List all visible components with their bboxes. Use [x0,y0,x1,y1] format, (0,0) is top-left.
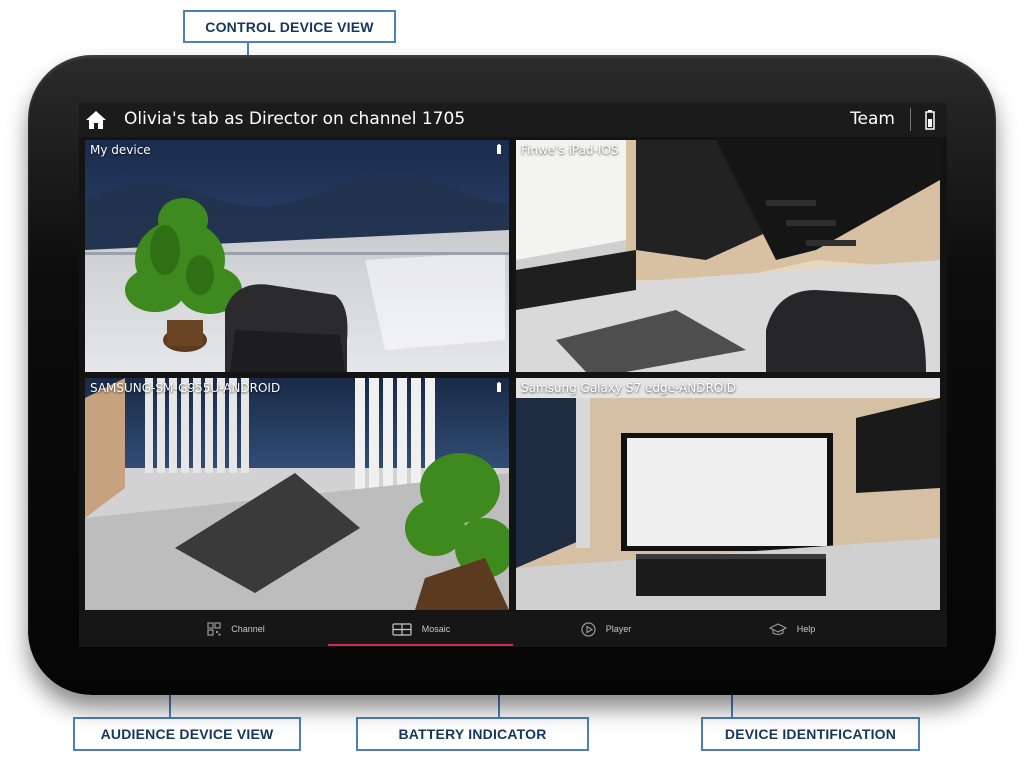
device-name-label: Finwe's iPad-IOS [521,143,619,157]
bottom-nav: Channel Mosaic Player Help [79,611,947,647]
tablet-screen: Olivia's tab as Director on channel 1705… [79,103,947,647]
tab-channel[interactable]: Channel [143,611,329,647]
battery-indicator-icon [497,144,501,154]
device-tile-samsung-galaxy-s7[interactable]: Samsung Galaxy S7 edge-ANDROID [516,378,940,610]
callout-device-identification: DEVICE IDENTIFICATION [701,717,920,751]
curtain-room-view [85,378,509,610]
mosaic-icon [392,622,412,636]
page-title: Olivia's tab as Director on channel 1705 [124,109,466,129]
team-button[interactable]: Team [850,109,895,129]
tab-label: Mosaic [421,624,451,634]
device-name-label: SAMSUNG-SM-G955U-ANDROID [90,381,281,395]
device-name-label: Samsung Galaxy S7 edge-ANDROID [521,381,737,395]
home-icon[interactable] [85,109,107,131]
qr-code-icon [207,622,221,636]
tab-help[interactable]: Help [699,611,885,647]
callout-audience-device-view: AUDIENCE DEVICE VIEW [73,717,301,751]
tab-player[interactable]: Player [513,611,699,647]
tab-mosaic[interactable]: Mosaic [328,611,514,647]
battery-indicator-icon [497,382,501,392]
app-header: Olivia's tab as Director on channel 1705… [79,103,947,137]
battery-icon [925,110,935,130]
device-tile-finwe-ipad[interactable]: Finwe's iPad-IOS [516,140,940,372]
graduation-cap-icon [768,622,787,635]
play-icon [581,621,596,637]
header-divider [910,108,911,131]
device-tile-my-device[interactable]: My device [85,140,509,372]
staircase-room-view [516,140,940,372]
tab-label: Help [796,624,816,634]
device-name-label: My device [90,143,151,157]
projector-screen-room-view [516,378,940,610]
callout-battery-indicator: BATTERY INDICATOR [356,717,589,751]
tab-label: Player [605,624,632,634]
active-tab-indicator [328,644,513,646]
tab-label: Channel [231,624,265,634]
device-tile-samsung-sm-g955u[interactable]: SAMSUNG-SM-G955U-ANDROID [85,378,509,610]
night-living-room-view [85,140,509,372]
callout-control-device-view: CONTROL DEVICE VIEW [183,10,396,43]
